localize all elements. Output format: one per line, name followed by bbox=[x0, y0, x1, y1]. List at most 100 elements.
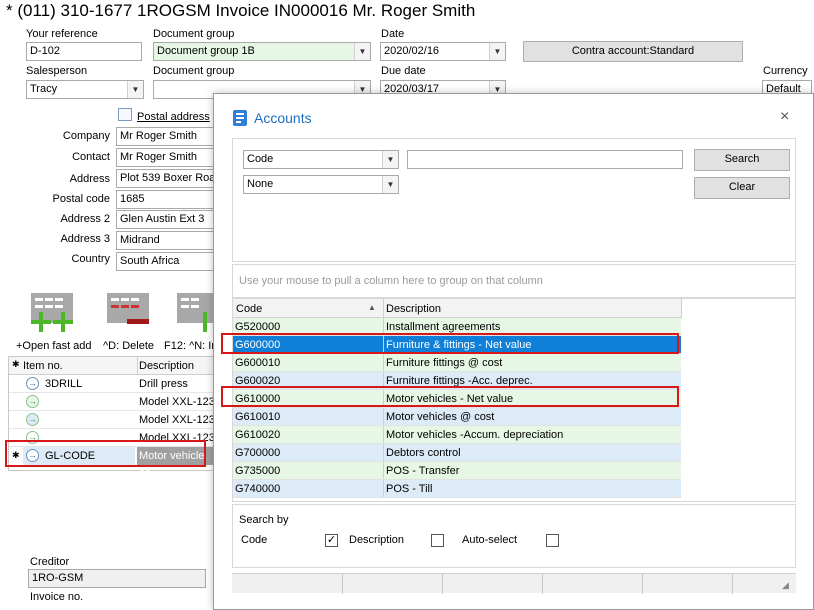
delete-button[interactable] bbox=[107, 293, 151, 333]
account-code-cell: G740000 bbox=[235, 483, 281, 495]
row-selector-header: ✱ bbox=[12, 359, 20, 369]
account-description-cell: POS - Transfer bbox=[383, 462, 681, 479]
postal-address-link[interactable]: Postal address bbox=[137, 111, 210, 123]
filter-value: None bbox=[247, 178, 274, 190]
description-checkbox[interactable] bbox=[431, 534, 444, 547]
group-panel[interactable]: Use your mouse to pull a column here to … bbox=[232, 264, 796, 298]
autoselect-checkbox[interactable] bbox=[546, 534, 559, 547]
table-row[interactable]: → Model XXL-123 bbox=[9, 393, 215, 411]
search-by-panel: Search by Code ✓ Description Auto-select bbox=[232, 504, 796, 568]
filter-select[interactable]: None ▼ bbox=[243, 175, 399, 194]
account-code-cell: G600010 bbox=[235, 357, 281, 369]
insert-button[interactable] bbox=[177, 293, 217, 333]
opt-autoselect-label: Auto-select bbox=[462, 534, 518, 546]
close-icon[interactable]: × bbox=[780, 108, 789, 126]
chevron-down-icon[interactable]: ▼ bbox=[489, 43, 505, 60]
due-date-label: Due date bbox=[381, 65, 426, 77]
date-label: Date bbox=[381, 28, 405, 40]
resize-grip-icon[interactable]: ◢ bbox=[782, 580, 789, 591]
table-row[interactable]: → 3DRILL Drill press bbox=[9, 375, 215, 393]
chevron-down-icon[interactable]: ▼ bbox=[354, 43, 370, 60]
chevron-down-icon[interactable]: ▼ bbox=[382, 151, 398, 168]
account-description-cell: POS - Till bbox=[383, 480, 681, 497]
open-fast-add-label: +Open fast add bbox=[16, 340, 92, 352]
address-label: Address bbox=[69, 173, 110, 185]
highlight-box bbox=[221, 386, 679, 407]
account-code-cell: G700000 bbox=[235, 447, 281, 459]
creditor-label: Creditor bbox=[30, 556, 70, 568]
lines-header: ✱ Item no. Description bbox=[9, 357, 215, 375]
account-code-cell: G610010 bbox=[235, 411, 281, 423]
salesperson-value: Tracy bbox=[30, 83, 58, 95]
delete-label: ^D: Delete bbox=[103, 340, 155, 352]
document-group2-label: Document group bbox=[153, 65, 235, 77]
address2-input[interactable]: Glen Austin Ext 3 bbox=[116, 210, 216, 229]
arrow-right-icon: → bbox=[26, 377, 39, 390]
account-row[interactable]: G600010 Furniture fittings @ cost bbox=[233, 354, 681, 372]
search-button[interactable]: Search bbox=[694, 149, 790, 171]
contra-account-button[interactable]: Contra account:Standard bbox=[523, 41, 743, 62]
postal-code-input[interactable]: 1685 bbox=[116, 190, 216, 209]
open-fast-add-button[interactable] bbox=[31, 293, 75, 333]
currency-label: Currency bbox=[763, 65, 808, 77]
your-reference-label: Your reference bbox=[26, 28, 98, 40]
salesperson-select[interactable]: Tracy ▼ bbox=[26, 80, 144, 99]
highlight-box bbox=[5, 440, 206, 467]
account-row[interactable]: G700000 Debtors control bbox=[233, 444, 681, 462]
clear-button[interactable]: Clear bbox=[694, 177, 790, 199]
company-label: Company bbox=[62, 130, 110, 142]
item-no-cell: 3DRILL bbox=[45, 378, 83, 390]
col-code-header[interactable]: Code bbox=[236, 303, 262, 315]
col-description-header[interactable]: Description bbox=[386, 303, 441, 315]
grid-delete-icon bbox=[107, 293, 149, 324]
account-row[interactable]: G610020 Motor vehicles -Accum. depreciati… bbox=[233, 426, 681, 444]
account-description-cell: Debtors control bbox=[383, 444, 681, 461]
description-cell: Model XXL-123 bbox=[139, 414, 215, 426]
account-row[interactable]: G740000 POS - Till bbox=[233, 480, 681, 498]
code-checkbox[interactable]: ✓ bbox=[325, 534, 338, 547]
envelope-icon bbox=[118, 108, 132, 121]
search-by-label: Search by bbox=[239, 514, 289, 526]
account-row[interactable]: G610010 Motor vehicles @ cost bbox=[233, 408, 681, 426]
address3-label: Address 3 bbox=[60, 233, 110, 245]
description-cell: Drill press bbox=[139, 378, 188, 390]
chevron-down-icon[interactable]: ▼ bbox=[127, 81, 143, 98]
address2-label: Address 2 bbox=[60, 213, 110, 225]
document-group-label: Document group bbox=[153, 28, 235, 40]
col-description[interactable]: Description bbox=[139, 360, 194, 372]
arrow-right-icon: → bbox=[26, 395, 39, 408]
app-icon bbox=[233, 110, 247, 126]
description-cell: Model XXL-123 bbox=[139, 396, 215, 408]
opt-description-label: Description bbox=[349, 534, 405, 546]
table-row[interactable]: → Model XXL-123 bbox=[9, 411, 215, 429]
company-input[interactable]: Mr Roger Smith bbox=[116, 127, 216, 146]
search-input[interactable] bbox=[407, 150, 683, 169]
account-row[interactable]: G735000 POS - Transfer bbox=[233, 462, 681, 480]
account-description-cell: Furniture fittings @ cost bbox=[383, 354, 681, 371]
address-input[interactable]: Plot 539 Boxer Road bbox=[116, 169, 216, 188]
search-field-value: Code bbox=[247, 153, 274, 165]
account-code-cell: G610020 bbox=[235, 429, 281, 441]
col-item-no[interactable]: Item no. bbox=[23, 360, 63, 372]
document-group-select[interactable]: Document group 1B ▼ bbox=[153, 42, 371, 61]
dialog-title: Accounts bbox=[254, 110, 312, 126]
sort-asc-icon: ▲ bbox=[368, 303, 376, 312]
salesperson-label: Salesperson bbox=[26, 65, 88, 77]
contact-input[interactable]: Mr Roger Smith bbox=[116, 148, 216, 167]
group-hint: Use your mouse to pull a column here to … bbox=[239, 275, 543, 287]
chevron-down-icon[interactable]: ▼ bbox=[382, 176, 398, 193]
creditor-input[interactable]: 1RO-GSM bbox=[28, 569, 206, 588]
contact-label: Contact bbox=[72, 151, 110, 163]
insert-label: F12: ^N: Insert bbox=[164, 340, 214, 352]
highlight-box bbox=[221, 333, 679, 354]
account-description-cell: Motor vehicles -Accum. depreciation bbox=[383, 426, 681, 443]
status-bar: ◢ bbox=[232, 573, 796, 594]
date-select[interactable]: 2020/02/16 ▼ bbox=[380, 42, 506, 61]
account-description-cell: Motor vehicles @ cost bbox=[383, 408, 681, 425]
document-group-value: Document group 1B bbox=[157, 45, 255, 57]
country-input[interactable]: South Africa bbox=[116, 252, 216, 271]
address3-input[interactable]: Midrand bbox=[116, 231, 216, 250]
your-reference-input[interactable]: D-102 bbox=[26, 42, 142, 61]
search-field-select[interactable]: Code ▼ bbox=[243, 150, 399, 169]
date-value: 2020/02/16 bbox=[384, 45, 440, 57]
